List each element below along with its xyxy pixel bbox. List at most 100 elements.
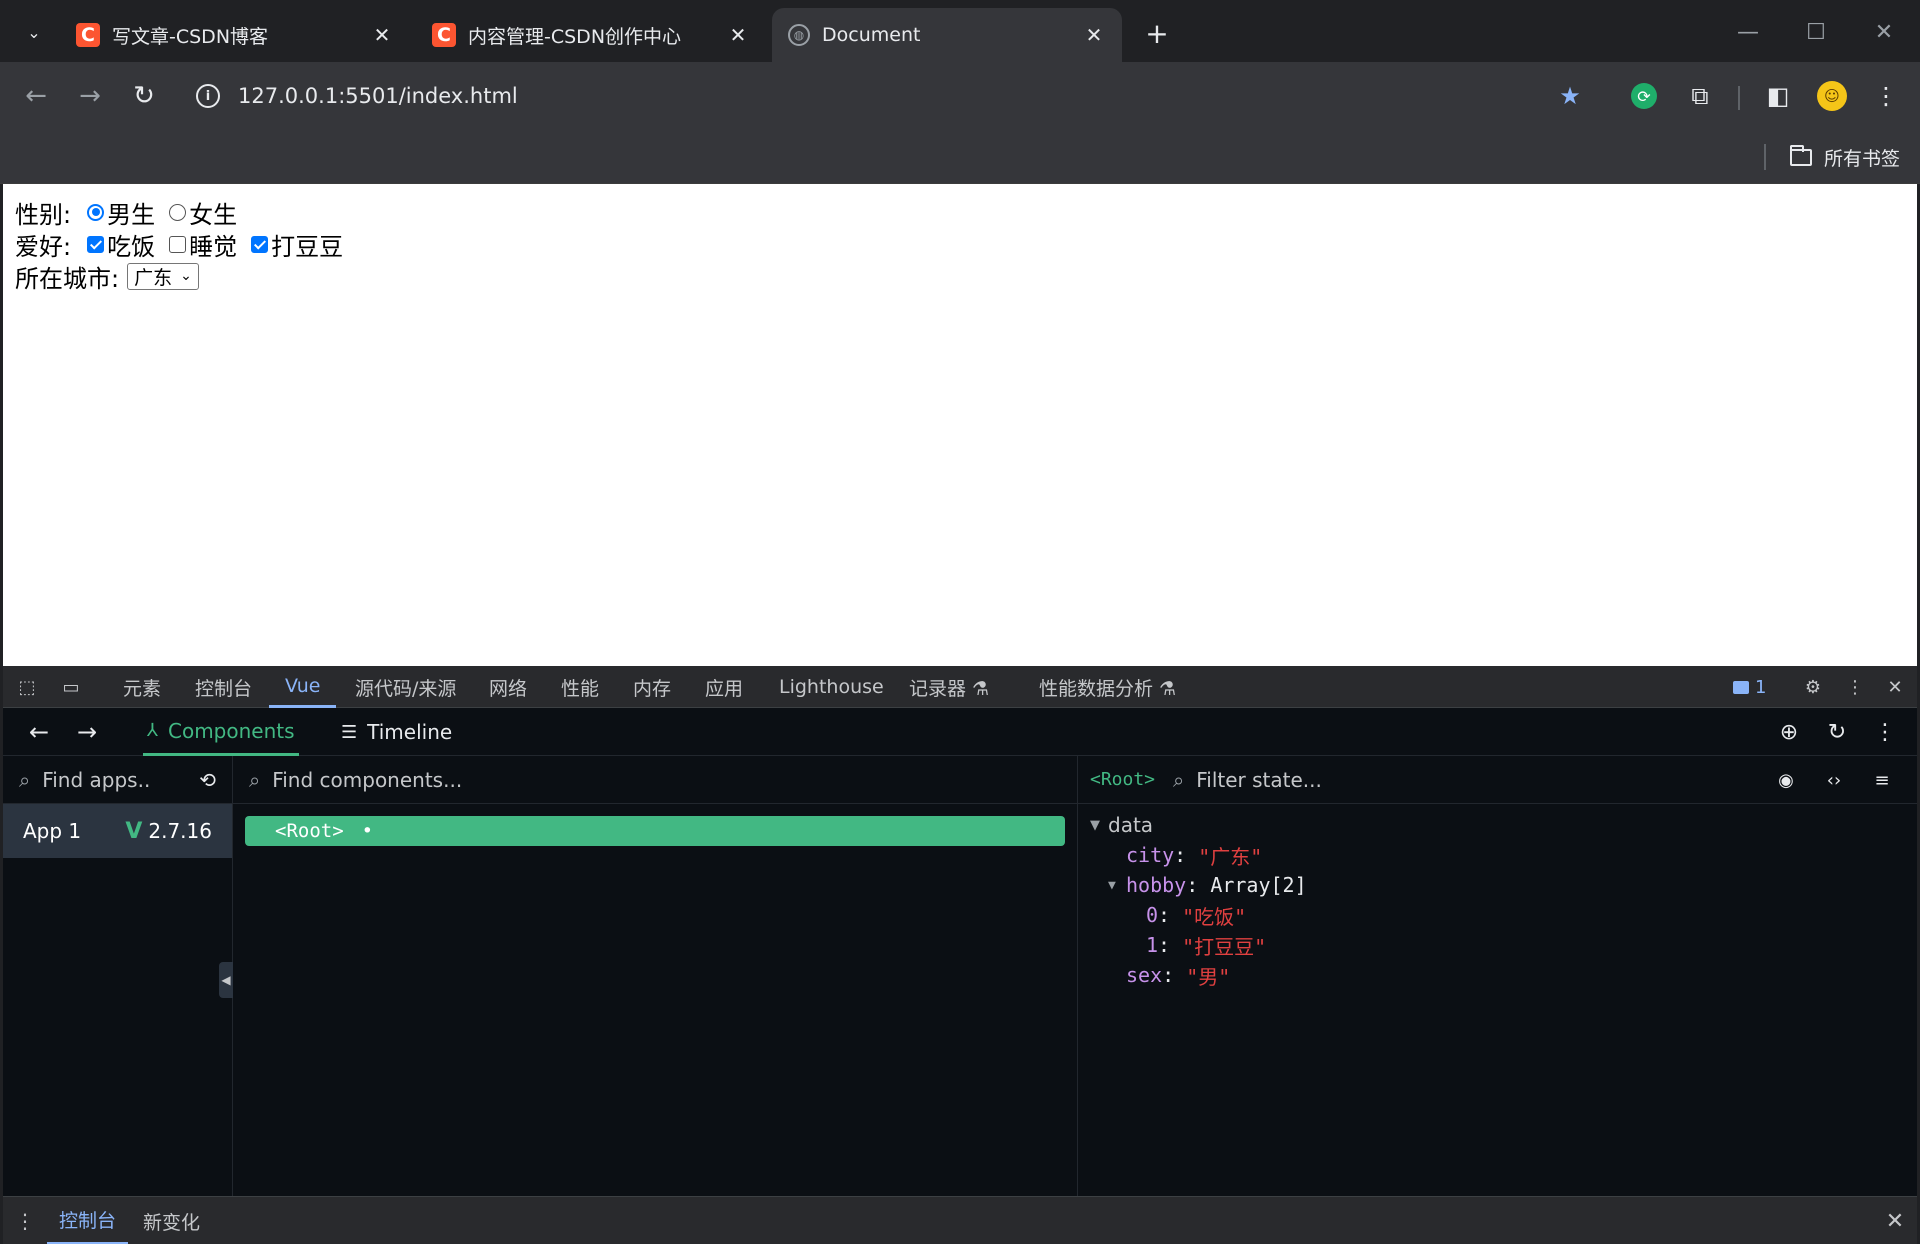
find-apps-placeholder[interactable]: Find apps.. xyxy=(42,768,150,792)
checkbox-beat-doudou[interactable] xyxy=(251,235,269,253)
state-value[interactable]: "男" xyxy=(1186,961,1230,990)
state-row-hobby[interactable]: ▼ hobby: Array[2] xyxy=(1090,870,1905,900)
state-section-data[interactable]: ▼ data xyxy=(1090,810,1905,840)
drawer-tab-console[interactable]: 控制台 xyxy=(47,1197,129,1244)
vue-tab-timeline[interactable]: ☰ Timeline xyxy=(341,708,452,756)
find-components-placeholder[interactable]: Find components... xyxy=(272,768,462,792)
state-row-hobby-1[interactable]: 1: "打豆豆" xyxy=(1090,930,1905,960)
select-component-target-icon[interactable]: ⊕ xyxy=(1773,716,1805,748)
devtools-tab-bar: ⬚ ▭ 元素 控制台 Vue 源代码/来源 网络 性能 内存 应用 Lighth… xyxy=(3,666,1917,708)
tab-document[interactable]: ◍ Document ✕ xyxy=(772,8,1122,62)
minimize-icon[interactable]: — xyxy=(1720,12,1776,52)
issues-count: 1 xyxy=(1755,676,1767,698)
inspect-dom-code-icon[interactable]: ‹› xyxy=(1818,764,1850,796)
tab-csdn-content[interactable]: C 内容管理-CSDN创作中心 ✕ xyxy=(416,8,766,62)
vue-forward-arrow-icon[interactable]: → xyxy=(71,716,103,748)
state-menu-icon[interactable]: ≡ xyxy=(1866,764,1898,796)
radio-female-label[interactable]: 女生 xyxy=(189,195,237,230)
issues-counter[interactable]: 1 xyxy=(1733,674,1766,700)
radio-male[interactable] xyxy=(87,203,105,221)
search-icon: ⌕ xyxy=(249,767,261,792)
extension-sync-icon[interactable]: ⟳ xyxy=(1624,76,1664,116)
browser-menu-kebab-icon[interactable]: ⋮ xyxy=(1866,76,1906,116)
site-info-icon[interactable]: i xyxy=(196,84,220,108)
refresh-apps-icon[interactable]: ⟲ xyxy=(199,768,216,792)
component-tree-row-root[interactable]: <Root> • xyxy=(245,816,1065,846)
find-components-search[interactable]: ⌕ Find components... xyxy=(233,756,1077,804)
devtools-tab-application[interactable]: 应用 xyxy=(705,666,743,708)
expand-triangle-icon[interactable]: ▼ xyxy=(1108,878,1126,893)
reload-icon[interactable]: ↻ xyxy=(124,76,164,116)
back-arrow-icon[interactable]: ← xyxy=(16,76,56,116)
state-tree: ▼ data city: "广东" ▼ hobby: Array[2] 0: "吃… xyxy=(1078,804,1917,996)
root-component-name: <Root> xyxy=(275,820,344,842)
devtools-tab-vue[interactable]: Vue xyxy=(269,666,337,708)
url-text[interactable]: 127.0.0.1:5501/index.html xyxy=(238,84,518,108)
device-toolbar-icon[interactable]: ▭ xyxy=(57,674,85,700)
side-panel-icon[interactable]: ◧ xyxy=(1758,76,1798,116)
extensions-puzzle-icon[interactable]: ⧉ xyxy=(1680,76,1720,116)
devtools-close-icon[interactable]: ✕ xyxy=(1881,674,1909,700)
vue-menu-kebab-icon[interactable]: ⋮ xyxy=(1869,716,1901,748)
devtools-drawer: ⋮ 控制台 新变化 ✕ xyxy=(3,1196,1917,1244)
close-icon[interactable]: ✕ xyxy=(370,23,394,47)
sex-label: 性别: xyxy=(15,200,72,229)
state-value[interactable]: "吃饭" xyxy=(1182,901,1246,930)
find-apps-search[interactable]: ⌕ Find apps.. ⟲ xyxy=(3,756,232,804)
radio-male-label[interactable]: 男生 xyxy=(107,195,155,230)
devtools-tab-recorder[interactable]: 记录器 ⚗ xyxy=(909,666,989,708)
all-bookmarks-button[interactable]: 所有书签 xyxy=(1790,140,1900,174)
devtools-tab-network[interactable]: 网络 xyxy=(489,666,527,708)
city-select[interactable]: 广东 ⌄ xyxy=(127,262,199,290)
drawer-menu-kebab-icon[interactable]: ⋮ xyxy=(15,1207,35,1235)
maximize-icon[interactable]: ☐ xyxy=(1788,12,1844,52)
pane-collapse-handle-icon[interactable]: ◀ xyxy=(219,962,233,998)
state-row-sex[interactable]: sex: "男" xyxy=(1090,960,1905,990)
vue-tab-components[interactable]: ⅄ Components xyxy=(143,708,299,756)
devtools-tab-sources[interactable]: 源代码/来源 xyxy=(355,666,456,708)
inspect-element-icon[interactable]: ⬚ xyxy=(13,674,41,700)
state-value[interactable]: "广东" xyxy=(1198,841,1262,870)
radio-female[interactable] xyxy=(169,203,187,221)
close-icon[interactable]: ✕ xyxy=(726,23,750,47)
state-value[interactable]: "打豆豆" xyxy=(1182,931,1266,960)
devtools-tab-console[interactable]: 控制台 xyxy=(195,666,252,708)
forward-arrow-icon[interactable]: → xyxy=(70,76,110,116)
window-close-icon[interactable]: ✕ xyxy=(1856,12,1912,52)
expand-triangle-icon[interactable]: ▼ xyxy=(1090,818,1108,833)
devtools-tab-elements[interactable]: 元素 xyxy=(123,666,161,708)
settings-gear-icon[interactable]: ⚙ xyxy=(1799,674,1827,700)
refresh-icon[interactable]: ↻ xyxy=(1821,716,1853,748)
address-bar[interactable]: i 127.0.0.1:5501/index.html xyxy=(180,70,1580,122)
state-row-city[interactable]: city: "广东" xyxy=(1090,840,1905,870)
devtools-tab-performance-insights[interactable]: 性能数据分析 ⚗ xyxy=(1039,666,1176,708)
hobby-row: 爱好: 吃饭 睡觉 打豆豆 xyxy=(15,227,1905,262)
drawer-close-icon[interactable]: ✕ xyxy=(1881,1207,1909,1235)
state-row-hobby-0[interactable]: 0: "吃饭" xyxy=(1090,900,1905,930)
checkbox-beat-doudou-label[interactable]: 打豆豆 xyxy=(271,227,343,262)
checkbox-eat-label[interactable]: 吃饭 xyxy=(107,227,155,262)
drawer-tab-whats-new[interactable]: 新变化 xyxy=(143,1197,200,1244)
devtools-menu-kebab-icon[interactable]: ⋮ xyxy=(1841,674,1869,700)
vue-back-arrow-icon[interactable]: ← xyxy=(23,716,55,748)
csdn-favicon-icon: C xyxy=(76,23,100,47)
tab-search-chevron-icon[interactable]: ⌄ xyxy=(14,14,54,50)
filter-state-placeholder[interactable]: Filter state... xyxy=(1196,768,1322,792)
apps-pane: ⌕ Find apps.. ⟲ App 1 V 2.7.16 xyxy=(3,756,233,1196)
devtools-tab-performance[interactable]: 性能 xyxy=(561,666,599,708)
tab-csdn-write[interactable]: C 写文章-CSDN博客 ✕ xyxy=(60,8,410,62)
state-root-tag: <Root> xyxy=(1090,769,1156,790)
state-key: hobby xyxy=(1126,873,1187,897)
checkbox-eat[interactable] xyxy=(87,235,105,253)
new-tab-plus-icon[interactable]: + xyxy=(1140,16,1174,50)
app-list-item[interactable]: App 1 V 2.7.16 xyxy=(3,804,232,858)
devtools-tab-memory[interactable]: 内存 xyxy=(633,666,671,708)
bookmark-star-icon[interactable]: ★ xyxy=(1550,76,1590,116)
checkbox-sleep-label[interactable]: 睡觉 xyxy=(189,227,237,262)
scroll-to-component-eye-icon[interactable]: ◉ xyxy=(1770,764,1802,796)
profile-avatar[interactable]: ☺ xyxy=(1812,76,1852,116)
close-icon[interactable]: ✕ xyxy=(1082,23,1106,47)
tab-title: 写文章-CSDN博客 xyxy=(112,25,269,48)
devtools-tab-lighthouse[interactable]: Lighthouse xyxy=(779,666,884,708)
checkbox-sleep[interactable] xyxy=(169,235,187,253)
